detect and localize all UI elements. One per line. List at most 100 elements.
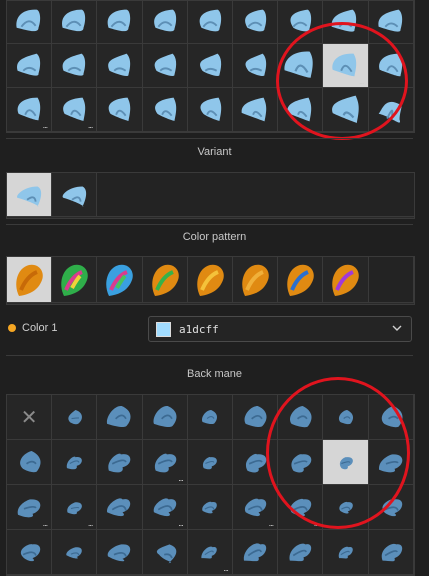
mane-style-option[interactable]	[368, 44, 414, 88]
mane-style-option[interactable]: ...	[323, 44, 369, 88]
color-pattern-option[interactable]	[187, 257, 233, 303]
back-mane-option[interactable]	[278, 530, 324, 575]
mane-style-option[interactable]	[232, 1, 279, 44]
back-mane-option[interactable]	[232, 530, 279, 575]
variant-option[interactable]	[7, 173, 53, 217]
color-pattern-option[interactable]	[52, 257, 98, 303]
color1-value: a1dcff	[179, 323, 219, 336]
back-mane-option[interactable]	[323, 485, 369, 530]
back-mane-option[interactable]: ...	[278, 485, 324, 530]
back-mane-option[interactable]	[52, 530, 98, 575]
back-mane-option[interactable]	[7, 530, 53, 575]
mane-style-option[interactable]: ...	[52, 88, 98, 132]
back-mane-option[interactable]	[368, 485, 414, 530]
mane-style-option[interactable]	[52, 1, 98, 44]
back-mane-option[interactable]	[323, 530, 369, 575]
color-pattern-icon	[197, 264, 224, 296]
mane-style-option[interactable]	[142, 1, 188, 44]
more-variants-indicator: ...	[42, 120, 48, 130]
mane-style-option[interactable]	[368, 1, 414, 44]
mane-style-option[interactable]	[368, 88, 414, 132]
back-mane-option[interactable]	[142, 395, 188, 440]
mane-style-option[interactable]	[323, 1, 369, 44]
back-mane-option[interactable]	[52, 395, 98, 440]
mane-style-option[interactable]	[323, 88, 369, 132]
back-mane-icon	[108, 544, 131, 562]
color-pattern-option[interactable]	[142, 257, 188, 303]
mane-style-option[interactable]	[142, 88, 188, 132]
mane-style-option[interactable]	[52, 44, 98, 88]
color-pattern-option[interactable]	[323, 257, 369, 303]
mane-style-option[interactable]: ...	[7, 88, 53, 132]
back-mane-icon	[339, 456, 353, 469]
back-mane-option[interactable]	[187, 485, 233, 530]
back-mane-option[interactable]	[97, 395, 143, 440]
mane-style-option[interactable]	[278, 88, 324, 132]
back-mane-option[interactable]: ...	[7, 485, 53, 530]
back-mane-option[interactable]	[232, 440, 279, 485]
back-mane-icon	[66, 546, 82, 559]
back-mane-option[interactable]	[187, 395, 233, 440]
variant-grid	[6, 172, 415, 219]
back-mane-option[interactable]	[368, 530, 414, 575]
back-mane-icon	[153, 405, 177, 427]
divider	[6, 224, 413, 225]
back-mane-option[interactable]	[323, 440, 369, 485]
more-variants-indicator: ...	[87, 518, 93, 528]
mane-style-option[interactable]	[278, 44, 324, 88]
mane-style-option[interactable]	[278, 1, 324, 44]
mane-style-option[interactable]	[97, 88, 143, 132]
variant-icon	[62, 185, 87, 207]
back-mane-title: Back mane	[186, 368, 243, 380]
back-mane-icon	[156, 544, 176, 564]
back-mane-option[interactable]: ...	[52, 485, 98, 530]
mane-style-option[interactable]	[187, 1, 233, 44]
mane-style-option[interactable]	[232, 44, 279, 88]
mane-style-option[interactable]	[232, 88, 279, 132]
back-mane-icon	[201, 546, 218, 559]
mane-style-option[interactable]	[7, 1, 53, 44]
divider	[6, 138, 413, 139]
color-pattern-option[interactable]	[278, 257, 324, 303]
back-mane-option[interactable]	[278, 395, 324, 440]
back-mane-option[interactable]: ...	[187, 530, 233, 575]
back-mane-option[interactable]	[142, 530, 188, 575]
divider	[6, 355, 413, 356]
mane-style-icon	[284, 51, 314, 78]
mane-style-option[interactable]	[142, 44, 188, 88]
back-mane-option[interactable]	[97, 485, 143, 530]
mane-style-option[interactable]	[187, 44, 233, 88]
back-mane-option[interactable]	[368, 440, 414, 485]
color-pattern-option[interactable]	[97, 257, 143, 303]
back-mane-option[interactable]	[97, 530, 143, 575]
back-mane-option[interactable]	[97, 440, 143, 485]
back-mane-option[interactable]	[368, 395, 414, 440]
back-mane-option[interactable]: ...	[232, 485, 279, 530]
back-mane-option[interactable]	[323, 395, 369, 440]
back-mane-option[interactable]	[187, 440, 233, 485]
mane-style-icon	[200, 97, 222, 121]
variant-option[interactable]	[52, 173, 98, 217]
mane-style-option[interactable]	[7, 44, 53, 88]
back-mane-none-option[interactable]: ✕	[7, 395, 53, 440]
mane-style-icon	[331, 95, 359, 123]
back-mane-option[interactable]	[232, 395, 279, 440]
color1-select[interactable]: a1dcff	[148, 316, 412, 342]
back-mane-option[interactable]	[278, 440, 324, 485]
back-mane-option[interactable]: ...	[142, 485, 188, 530]
mane-style-icon	[378, 101, 402, 123]
mane-style-icon	[154, 97, 176, 121]
mane-style-icon	[108, 53, 131, 76]
back-mane-option[interactable]	[52, 440, 98, 485]
mane-style-icon	[378, 53, 402, 76]
mane-style-option[interactable]	[97, 44, 143, 88]
mane-style-option[interactable]	[97, 1, 143, 44]
back-mane-icon	[291, 454, 312, 473]
mane-style-icon	[16, 9, 41, 32]
mane-style-option[interactable]	[187, 88, 233, 132]
color-pattern-option[interactable]	[7, 257, 53, 303]
mane-style-icon	[290, 9, 312, 32]
back-mane-option[interactable]: ...	[142, 440, 188, 485]
color-pattern-option[interactable]	[232, 257, 279, 303]
back-mane-option[interactable]	[7, 440, 53, 485]
